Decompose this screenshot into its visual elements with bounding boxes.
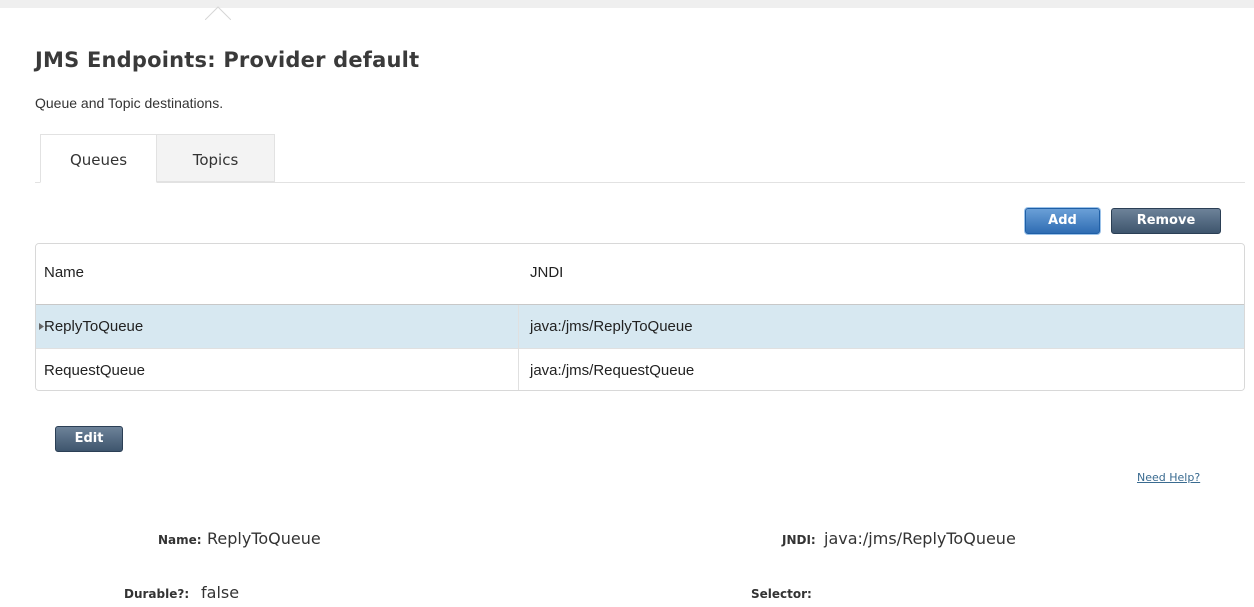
cell-name: RequestQueue [44,362,145,379]
detail-durable-value: false [201,583,240,602]
queues-table: Name JNDI ReplyToQueue java:/jms/ReplyTo… [35,243,1245,391]
tab-queues[interactable]: Queues [40,134,157,183]
pointer-notch [205,6,231,20]
page-title: JMS Endpoints: Provider default [35,48,420,72]
table-header: Name JNDI [36,244,1244,305]
add-button[interactable]: Add [1025,208,1100,234]
edit-button[interactable]: Edit [55,426,123,452]
detail-selector-label: Selector: [751,587,812,601]
cell-name: ReplyToQueue [44,318,144,335]
column-header-jndi[interactable]: JNDI [530,244,563,304]
column-header-name[interactable]: Name [44,244,84,304]
remove-button[interactable]: Remove [1111,208,1221,234]
detail-name-label: Name: [158,533,202,547]
detail-name-value: ReplyToQueue [207,529,321,548]
cell-jndi: java:/jms/ReplyToQueue [530,318,693,335]
column-divider [518,305,519,390]
table-row[interactable]: RequestQueue java:/jms/RequestQueue [36,348,1244,390]
tab-topics[interactable]: Topics [157,134,275,182]
page-subtitle: Queue and Topic destinations. [35,95,224,111]
cell-jndi: java:/jms/RequestQueue [530,362,695,379]
top-bar [0,0,1254,8]
tab-bar: Queues Topics [35,134,1245,183]
detail-jndi-label: JNDI: [782,533,816,547]
detail-jndi-value: java:/jms/ReplyToQueue [824,529,1016,548]
need-help-link[interactable]: Need Help? [1137,471,1200,484]
table-row[interactable]: ReplyToQueue java:/jms/ReplyToQueue [36,305,1244,348]
detail-durable-label: Durable?: [124,587,190,601]
